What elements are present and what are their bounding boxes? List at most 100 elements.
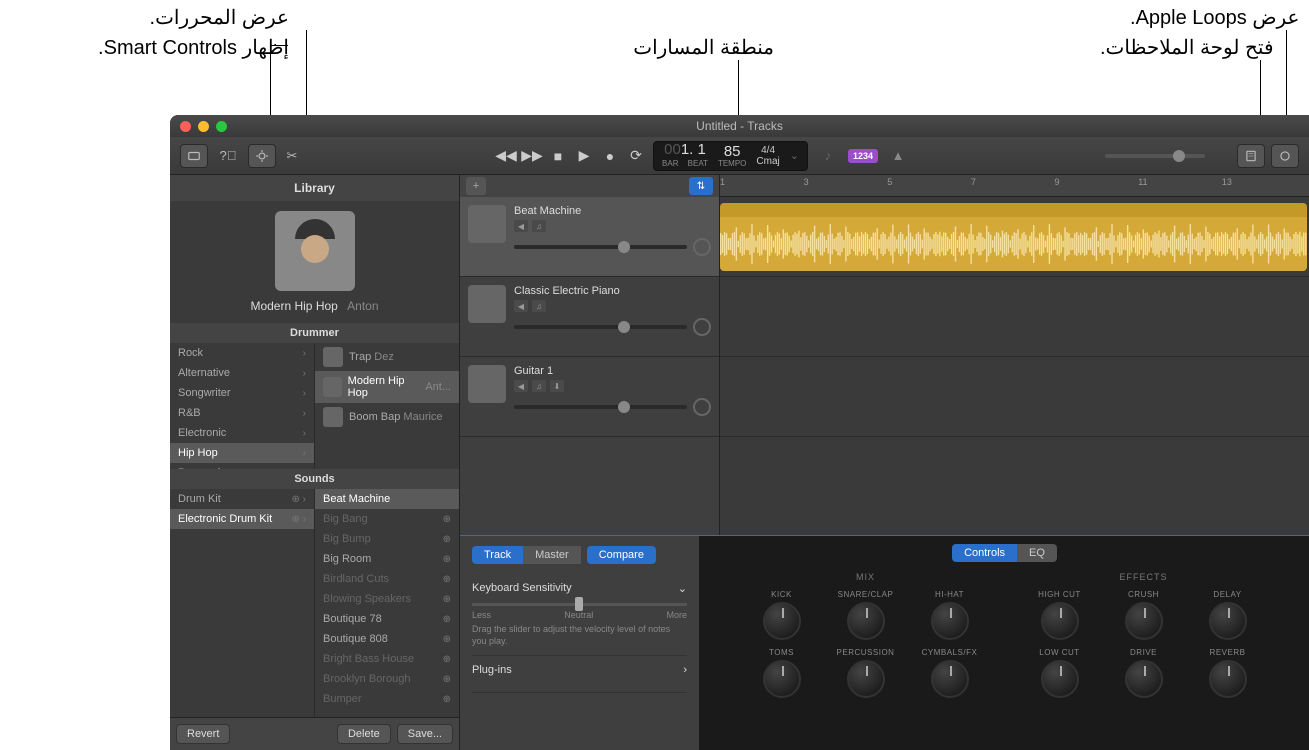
stop-button[interactable]: ■ [547,145,569,167]
sound-item[interactable]: Blowing Speakers⊕ [315,589,459,609]
library-footer: Revert Delete Save... [170,717,459,750]
mute-button[interactable]: ◀ [514,380,528,392]
knob-label: HI-HAT [915,590,985,599]
pan-knob[interactable] [693,318,711,336]
knob-hi-hat[interactable] [931,602,969,640]
sound-item[interactable]: Bright Bass House⊕ [315,649,459,669]
minimize-window-button[interactable] [198,121,209,132]
delete-button[interactable]: Delete [337,724,391,744]
region-lane[interactable] [720,357,1309,437]
lcd-tempo: 85 [718,144,746,159]
sound-item[interactable]: Boutique 808⊕ [315,629,459,649]
lcd-display[interactable]: 001. 1 BAR BEAT 85 TEMPO 4/4 Cmaj ⌄ [653,141,808,171]
input-button[interactable]: ⬇ [550,380,564,392]
solo-button[interactable]: ♫ [532,220,546,232]
knob-high-cut[interactable] [1041,602,1079,640]
sound-item[interactable]: Big Bang⊕ [315,509,459,529]
sound-item[interactable]: Birdland Cuts⊕ [315,569,459,589]
cycle-button[interactable]: ⟳ [625,145,647,167]
drummer-item[interactable]: Boom Bap Maurice [315,403,459,431]
knob-low-cut[interactable] [1041,660,1079,698]
region-lane[interactable]: Beat Machine [720,197,1309,277]
knob-percussion[interactable] [847,660,885,698]
record-button[interactable]: ● [599,145,621,167]
chevron-right-icon[interactable]: › [683,664,687,676]
genre-item[interactable]: R&B› [170,403,314,423]
quick-help-button[interactable]: ?⃝ [214,144,242,168]
tuner-button[interactable]: ♪ [814,144,842,168]
editors-button[interactable]: ✂ [282,144,302,168]
timeline[interactable]: 135791113 Beat Machine [720,175,1309,535]
sound-item[interactable]: Big Bump⊕ [315,529,459,549]
knob-cymbals-fx[interactable] [931,660,969,698]
pan-knob[interactable] [693,238,711,256]
loop-browser-button[interactable] [1271,144,1299,168]
track-header[interactable]: Guitar 1 ◀ ♫ ⬇ [460,357,719,437]
smart-controls-button[interactable] [248,144,276,168]
metronome-button[interactable]: ▲ [884,144,912,168]
forward-button[interactable]: ▶▶ [521,145,543,167]
sound-item[interactable]: Brooklyn Borough⊕ [315,669,459,689]
knob-delay[interactable] [1209,602,1247,640]
tab-controls[interactable]: Controls [952,544,1017,562]
solo-button[interactable]: ♫ [532,300,546,312]
library-header: Library [170,175,459,201]
knob-label: DRIVE [1109,648,1179,657]
knob-drive[interactable] [1125,660,1163,698]
tab-master[interactable]: Master [523,546,581,564]
mute-button[interactable]: ◀ [514,220,528,232]
volume-slider[interactable] [514,325,687,329]
master-volume-slider[interactable] [1105,154,1205,158]
plugins-label[interactable]: Plug-ins [472,664,512,676]
knob-kick[interactable] [763,602,801,640]
knob-snare-clap[interactable] [847,602,885,640]
sound-item[interactable]: Beat Machine [315,489,459,509]
tab-track[interactable]: Track [472,546,523,564]
tab-eq[interactable]: EQ [1017,544,1057,562]
maximize-window-button[interactable] [216,121,227,132]
ruler[interactable]: 135791113 [720,175,1309,197]
knob-label: HIGH CUT [1025,590,1095,599]
solo-button[interactable]: ♫ [532,380,546,392]
track-name: Beat Machine [514,205,711,217]
track-icon [468,285,506,323]
library-toggle-button[interactable] [180,144,208,168]
genre-item[interactable]: Songwriter› [170,383,314,403]
kit-item[interactable]: Electronic Drum Kit⊕ › [170,509,314,529]
sensitivity-slider[interactable] [472,603,687,606]
volume-slider[interactable] [514,405,687,409]
knob-crush[interactable] [1125,602,1163,640]
track-header[interactable]: Classic Electric Piano ◀ ♫ [460,277,719,357]
kit-item[interactable]: Drum Kit⊕ › [170,489,314,509]
chevron-down-icon[interactable]: ⌄ [678,582,687,595]
drummer-item[interactable]: Trap Dez [315,343,459,371]
close-window-button[interactable] [180,121,191,132]
genre-item[interactable]: Rock› [170,343,314,363]
save-button[interactable]: Save... [397,724,453,744]
sound-item[interactable]: Boutique 78⊕ [315,609,459,629]
genre-item[interactable]: Hip Hop› [170,443,314,463]
sound-item[interactable]: Bumper⊕ [315,689,459,709]
region-lane[interactable] [720,277,1309,357]
drummer-item[interactable]: Modern Hip Hop Ant... [315,371,459,403]
count-in-button[interactable]: 1234 [848,149,878,163]
add-track-button[interactable]: + [466,177,486,195]
play-button[interactable]: ▶ [573,145,595,167]
knob-toms[interactable] [763,660,801,698]
pan-knob[interactable] [693,398,711,416]
sound-item[interactable]: Big Room⊕ [315,549,459,569]
volume-slider[interactable] [514,245,687,249]
track-header-config-button[interactable]: ⇅ [689,177,713,195]
notepad-button[interactable] [1237,144,1265,168]
audio-region[interactable]: Beat Machine [720,203,1307,271]
genre-item[interactable]: Alternative› [170,363,314,383]
callout-tracks-area: منطقة المسارات [633,35,774,60]
tab-compare[interactable]: Compare [587,546,656,564]
knob-reverb[interactable] [1209,660,1247,698]
genre-item[interactable]: Electronic› [170,423,314,443]
mute-button[interactable]: ◀ [514,300,528,312]
track-header[interactable]: Beat Machine ◀ ♫ [460,197,719,277]
rewind-button[interactable]: ◀◀ [495,145,517,167]
sensitivity-help: Drag the slider to adjust the velocity l… [472,624,687,647]
revert-button[interactable]: Revert [176,724,230,744]
